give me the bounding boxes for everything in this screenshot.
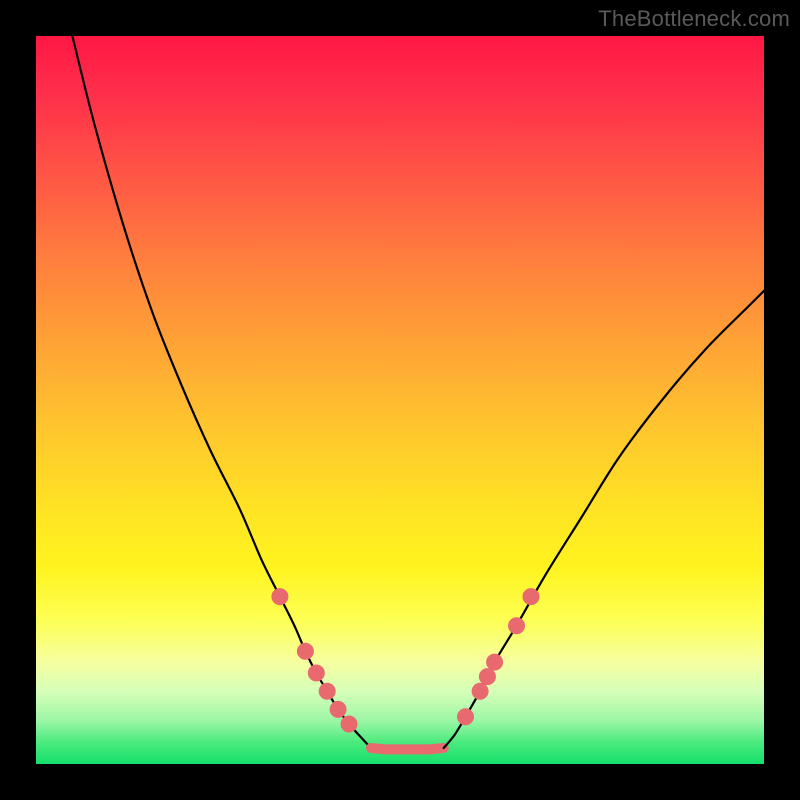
data-marker — [458, 709, 474, 725]
data-marker — [523, 589, 539, 605]
watermark-text: TheBottleneck.com — [598, 6, 790, 32]
data-marker — [297, 643, 313, 659]
data-marker — [319, 683, 335, 699]
data-marker — [472, 683, 488, 699]
data-marker — [479, 669, 495, 685]
data-marker — [509, 618, 525, 634]
data-marker — [330, 701, 346, 717]
data-marker — [308, 665, 324, 681]
curve-layer — [36, 36, 764, 764]
data-marker — [341, 716, 357, 732]
data-marker — [487, 654, 503, 670]
curve-flat-bottom — [371, 748, 444, 749]
chart-stage: TheBottleneck.com — [0, 0, 800, 800]
plot-area — [36, 36, 764, 764]
curve-left-branch — [72, 36, 371, 748]
marker-group — [272, 589, 539, 732]
data-marker — [272, 589, 288, 605]
